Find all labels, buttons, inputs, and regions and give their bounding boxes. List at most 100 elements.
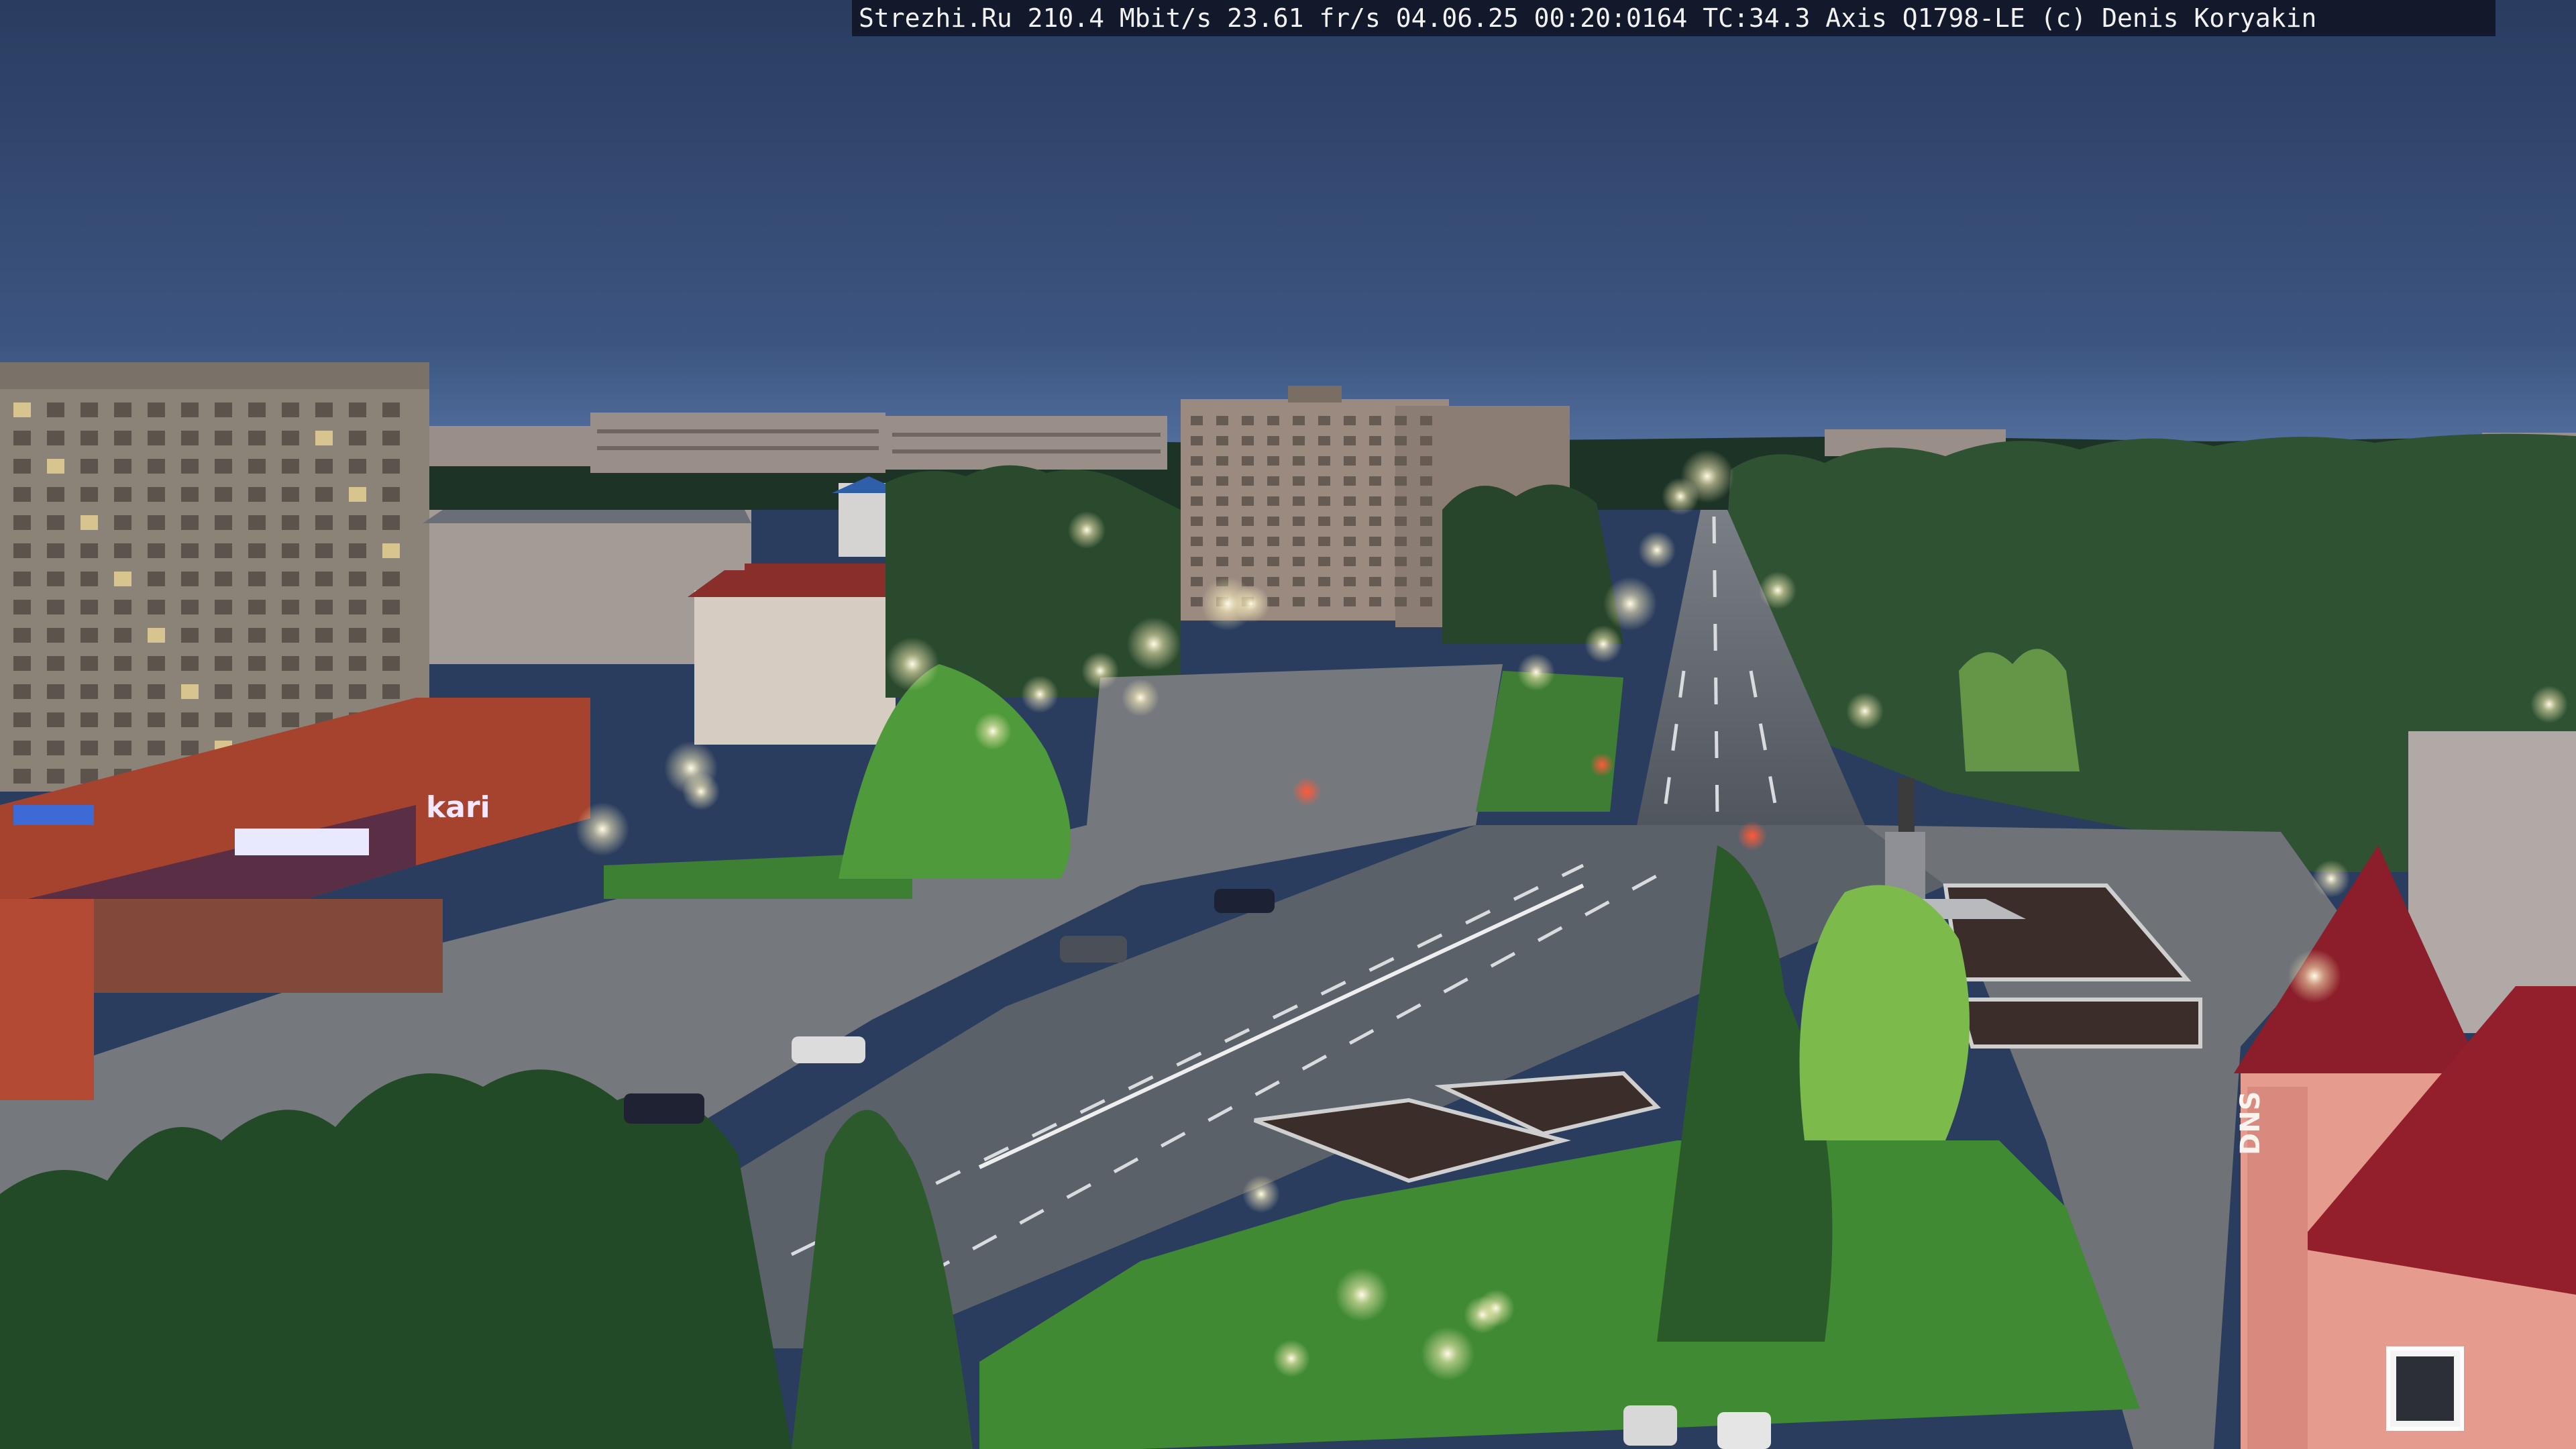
window — [1344, 577, 1356, 586]
window — [47, 656, 64, 671]
window — [349, 572, 366, 586]
window — [13, 515, 31, 530]
window — [248, 515, 266, 530]
window — [80, 487, 98, 502]
window — [114, 487, 131, 502]
street-light-glow — [1273, 1340, 1310, 1377]
window — [315, 487, 333, 502]
window — [80, 515, 98, 530]
window — [1267, 557, 1279, 566]
window — [282, 487, 299, 502]
window — [1420, 597, 1432, 606]
window — [1267, 577, 1279, 586]
street-light-glow — [1127, 617, 1181, 671]
window — [114, 712, 131, 727]
window — [282, 656, 299, 671]
window — [1344, 496, 1356, 506]
window — [248, 600, 266, 614]
window — [248, 656, 266, 671]
window — [1395, 496, 1407, 506]
window — [47, 769, 64, 784]
street-light-glow — [1585, 625, 1622, 663]
window — [1369, 557, 1381, 566]
window — [248, 684, 266, 699]
window — [148, 543, 165, 558]
window — [282, 431, 299, 445]
window — [1318, 496, 1330, 506]
window — [80, 712, 98, 727]
window — [1242, 476, 1254, 486]
window — [181, 712, 199, 727]
window — [1216, 476, 1228, 486]
window — [315, 515, 333, 530]
window — [1318, 517, 1330, 526]
window — [1216, 436, 1228, 445]
window — [181, 431, 199, 445]
window — [1267, 416, 1279, 425]
window — [349, 684, 366, 699]
window — [181, 402, 199, 417]
window — [382, 431, 400, 445]
window — [1293, 537, 1305, 546]
window — [1318, 456, 1330, 466]
window — [1318, 557, 1330, 566]
window — [1318, 537, 1330, 546]
window — [1369, 436, 1381, 445]
window — [80, 572, 98, 586]
window — [248, 459, 266, 474]
window — [1344, 537, 1356, 546]
street-light-glow — [1477, 1289, 1515, 1327]
window — [1216, 557, 1228, 566]
window — [114, 402, 131, 417]
window — [181, 628, 199, 643]
window — [181, 572, 199, 586]
window — [215, 543, 232, 558]
window — [282, 712, 299, 727]
window — [47, 600, 64, 614]
window — [80, 741, 98, 755]
window — [215, 459, 232, 474]
window — [1242, 517, 1254, 526]
window — [148, 487, 165, 502]
window — [1267, 517, 1279, 526]
window — [1344, 436, 1356, 445]
street-light-glow — [885, 637, 939, 691]
window — [1318, 597, 1330, 606]
window — [13, 628, 31, 643]
window — [13, 656, 31, 671]
window — [148, 459, 165, 474]
window — [315, 572, 333, 586]
street-light-glow — [974, 712, 1012, 750]
window — [148, 741, 165, 755]
window — [1293, 557, 1305, 566]
window — [1369, 537, 1381, 546]
window — [1216, 416, 1228, 425]
window — [13, 543, 31, 558]
street-light-glow — [1232, 585, 1270, 623]
window — [47, 572, 64, 586]
window — [13, 431, 31, 445]
webcam-frame: kari DNS Strezhi.Ru 210.4 Mbit/s 23.61 f… — [0, 0, 2576, 1449]
window — [1267, 476, 1279, 486]
window — [148, 712, 165, 727]
window — [13, 487, 31, 502]
window — [1395, 577, 1407, 586]
camera-info-overlay: Strezhi.Ru 210.4 Mbit/s 23.61 fr/s 04.06… — [852, 0, 2496, 36]
window — [47, 712, 64, 727]
window — [315, 656, 333, 671]
window — [80, 656, 98, 671]
window — [282, 628, 299, 643]
window — [1344, 597, 1356, 606]
window — [1420, 416, 1432, 425]
street-light-glow — [576, 802, 629, 856]
street-light-glow — [1335, 1268, 1389, 1322]
window — [148, 431, 165, 445]
window — [148, 684, 165, 699]
window — [1369, 597, 1381, 606]
window — [282, 402, 299, 417]
window — [248, 402, 266, 417]
window — [47, 402, 64, 417]
window — [382, 459, 400, 474]
window — [114, 459, 131, 474]
street-light-glow — [1517, 653, 1555, 691]
